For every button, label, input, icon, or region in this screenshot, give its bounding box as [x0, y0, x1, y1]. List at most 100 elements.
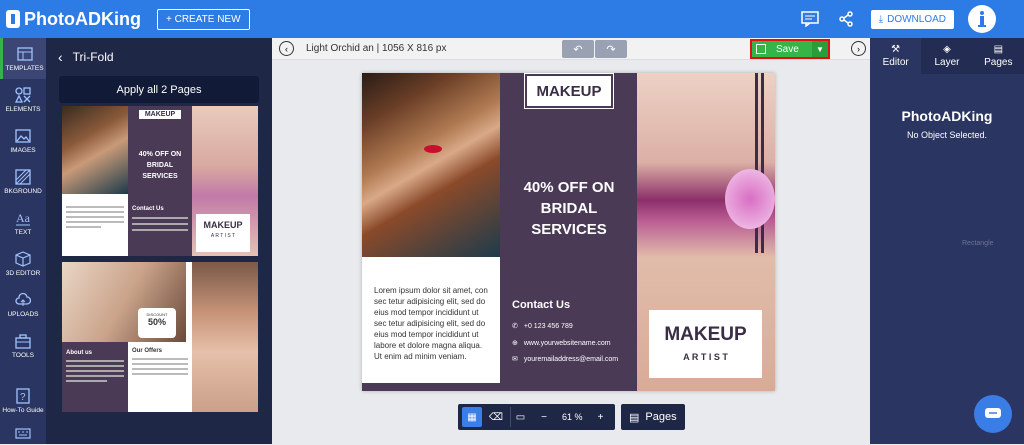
tab-layer[interactable]: ◈ Layer	[921, 38, 972, 74]
nav-elements[interactable]: ELEMENTS	[0, 79, 46, 120]
nav-label: ELEMENTS	[5, 105, 41, 113]
website-text: www.yourwebsitename.com	[523, 339, 611, 347]
editor-icon: ⚒	[891, 44, 901, 55]
zoom-level: 61 %	[562, 412, 583, 422]
nav-keyboard[interactable]	[0, 421, 46, 445]
next-page-chevron-icon[interactable]: ›	[851, 41, 866, 56]
contact-phone[interactable]: ✆ +0 123 456 789	[512, 322, 573, 331]
rectangle-hint: Rectangle	[962, 240, 994, 247]
lips-photo: MAKEUP A R T I S T	[192, 106, 258, 256]
nav-templates[interactable]: TEMPLATES	[0, 38, 46, 79]
thumb-makeup-artist-box: MAKEUP A R T I S T	[196, 214, 250, 252]
nav-text[interactable]: Aa TEXT	[0, 202, 46, 243]
discount-badge: DISCOUNT 50%	[138, 308, 176, 338]
app-logo[interactable]: PhotoADKing	[6, 9, 141, 30]
nav-3d-editor[interactable]: 3D EDITOR	[0, 243, 46, 284]
grid-view-icon[interactable]: ▦	[462, 407, 482, 427]
upload-icon	[15, 292, 31, 306]
undo-button[interactable]: ↶	[562, 40, 594, 58]
thumb-artist: A R T I S T	[210, 233, 236, 239]
contact-title[interactable]: Contact Us	[512, 299, 570, 311]
model-photo[interactable]	[362, 73, 500, 257]
template-thumbnail-page-1[interactable]: MAKEUP 40% OFF ON BRIDAL SERVICES Contac…	[62, 106, 258, 256]
design-canvas[interactable]: Lorem ipsum dolor sit amet, con sec tetu…	[362, 73, 775, 391]
apply-all-pages-button[interactable]: Apply all 2 Pages	[59, 76, 259, 103]
guide-icon: ?	[16, 387, 30, 404]
email-text: youremailaddress@email.com	[523, 355, 619, 363]
about-title: About us	[66, 350, 92, 356]
save-button[interactable]: Save	[752, 41, 812, 57]
presentation-icon[interactable]: ▭	[510, 407, 530, 427]
template-thumbnail-page-2[interactable]: DISCOUNT 50% About us Our Offers	[62, 262, 258, 412]
redo-icon: ↷	[606, 43, 616, 56]
globe-icon: ⊕	[512, 340, 518, 347]
selection-status: No Object Selected.	[906, 130, 988, 140]
templates-panel: ‹ Tri-Fold Apply all 2 Pages MAKEUP 40% O…	[46, 38, 272, 444]
makeup-label[interactable]: MAKEUP	[524, 73, 614, 109]
user-avatar[interactable]	[968, 5, 996, 33]
tab-label: Layer	[934, 57, 960, 68]
eraser-icon[interactable]: ⌫	[486, 407, 506, 427]
nav-label: BKGROUND	[4, 187, 42, 195]
nav-tools[interactable]: TOOLS	[0, 325, 46, 366]
pink-rose	[725, 169, 775, 229]
cube-icon	[15, 250, 31, 267]
contact-website[interactable]: ⊕ www.yourwebsitename.com	[512, 339, 611, 348]
artist-subtitle: A R T I S T	[683, 352, 728, 362]
save-label: Save	[776, 43, 799, 55]
feedback-icon[interactable]	[799, 8, 821, 30]
download-icon: ⤓	[878, 13, 884, 25]
layers-icon: ◈	[943, 44, 951, 55]
prev-page-chevron-icon[interactable]: ‹	[279, 41, 294, 56]
elements-icon	[15, 86, 31, 103]
red-lips-shape	[424, 145, 442, 153]
redo-button[interactable]: ↷	[595, 40, 627, 58]
nav-label: How-To Guide	[2, 406, 44, 414]
eyelash-photo: DISCOUNT 50%	[62, 262, 186, 342]
svg-text:?: ?	[20, 392, 26, 403]
tab-label: Editor	[882, 57, 909, 68]
save-dropdown-chevron-icon[interactable]: ▼	[812, 41, 828, 57]
nav-uploads[interactable]: UPLOADS	[0, 284, 46, 325]
nav-label: TEXT	[14, 228, 32, 236]
download-button[interactable]: ⤓ DOWNLOAD	[870, 9, 954, 29]
model-photo	[62, 106, 128, 194]
offers-panel: Our Offers	[128, 342, 192, 412]
save-disk-icon	[756, 44, 766, 54]
phone-icon: ✆	[512, 323, 518, 330]
contact-email[interactable]: ✉ youremailaddress@email.com	[512, 355, 619, 364]
chat-icon[interactable]	[974, 395, 1012, 433]
undo-icon: ↶	[573, 43, 583, 56]
logo-text: PhotoADKing	[24, 8, 141, 29]
thumb-offer-text: 40% OFF ON BRIDAL SERVICES	[138, 151, 182, 180]
top-bar: PhotoADKing + CREATE NEW ⤓ DOWNLOAD	[0, 0, 1024, 38]
lips-photo[interactable]: MAKEUP A R T I S T	[637, 73, 775, 391]
zoom-out-button[interactable]: −	[534, 407, 554, 427]
save-button-group: Save ▼	[750, 39, 830, 59]
offers-title: Our Offers	[132, 348, 163, 354]
nav-label: TEMPLATES	[5, 64, 44, 72]
share-icon[interactable]	[835, 8, 857, 30]
tab-editor[interactable]: ⚒ Editor	[870, 38, 922, 74]
pages-button[interactable]: ▤ Pages	[621, 404, 685, 430]
create-new-button[interactable]: + CREATE NEW	[156, 8, 250, 30]
logo-icon	[6, 10, 20, 28]
thumb-makeup-label: MAKEUP	[139, 110, 181, 119]
back-chevron-icon[interactable]: ‹	[58, 49, 63, 65]
zoom-in-button[interactable]: +	[591, 407, 611, 427]
offer-headline[interactable]: 40% OFF ON BRIDAL SERVICES	[514, 177, 624, 240]
tab-pages[interactable]: ▤ Pages	[973, 38, 1024, 74]
nav-images[interactable]: IMAGES	[0, 120, 46, 161]
makeup-big-title: MAKEUP	[664, 324, 747, 345]
mail-icon: ✉	[512, 356, 518, 363]
bottom-toolbar: ▦ ⌫ ▭ − 61 % +	[458, 404, 615, 430]
body-text-block[interactable]: Lorem ipsum dolor sit amet, con sec tetu…	[362, 257, 500, 383]
nav-how-to-guide[interactable]: ? How-To Guide	[0, 380, 46, 421]
makeup-artist-box[interactable]: MAKEUP A R T I S T	[649, 310, 762, 378]
templates-icon	[16, 46, 33, 61]
thumb-makeup-big: MAKEUP	[203, 220, 243, 230]
nav-background[interactable]: BKGROUND	[0, 161, 46, 202]
document-title: Light Orchid an | 1056 X 816 px	[306, 43, 447, 54]
keyboard-icon	[15, 428, 31, 439]
tab-label: Pages	[984, 57, 1013, 68]
